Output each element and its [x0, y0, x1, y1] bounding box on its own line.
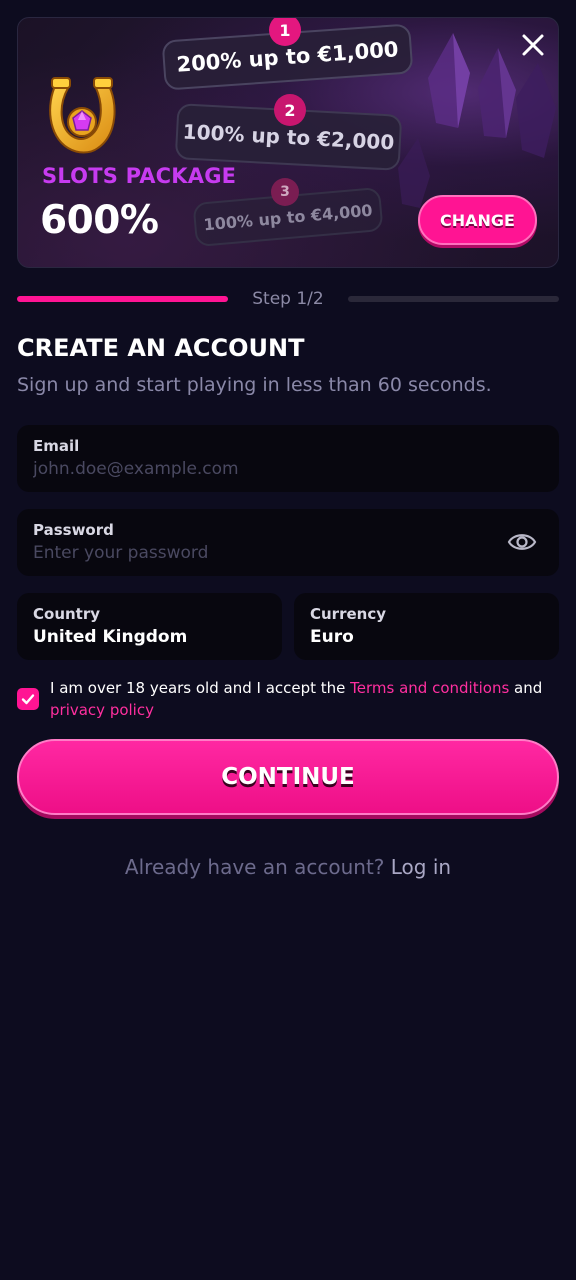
close-icon: [522, 34, 544, 56]
login-prompt: Already have an account? Log in: [0, 855, 576, 879]
currency-value: Euro: [310, 627, 354, 647]
package-value: 600%: [40, 198, 159, 243]
privacy-link[interactable]: privacy policy: [50, 701, 154, 719]
terms-checkbox[interactable]: [17, 688, 39, 710]
step-indicator: Step 1/2: [252, 289, 324, 309]
page-subtitle: Sign up and start playing in less than 6…: [17, 374, 492, 396]
currency-select[interactable]: Currency Euro: [294, 593, 559, 660]
email-label: Email: [33, 437, 80, 455]
country-label: Country: [33, 605, 101, 623]
step-progress-active: [17, 296, 228, 302]
eye-icon[interactable]: [507, 530, 537, 554]
tier-number-badge: 3: [271, 178, 299, 206]
terms-link[interactable]: Terms and conditions: [350, 679, 509, 697]
page-title: CREATE AN ACCOUNT: [17, 334, 305, 362]
password-label: Password: [33, 521, 114, 539]
email-field[interactable]: Email: [17, 425, 559, 492]
tier-number-badge: 2: [274, 94, 306, 126]
change-package-button[interactable]: CHANGE: [418, 195, 537, 245]
terms-middle: and: [509, 679, 543, 697]
close-button[interactable]: [518, 30, 548, 60]
email-input[interactable]: [33, 459, 543, 479]
login-link[interactable]: Log in: [391, 855, 451, 879]
terms-prefix: I am over 18 years old and I accept the: [50, 679, 351, 697]
promo-banner: SLOTS PACKAGE 600% 200% up to €1,000 1 1…: [17, 17, 559, 268]
password-input[interactable]: [33, 543, 473, 563]
checkmark-icon: [21, 694, 35, 705]
currency-label: Currency: [310, 605, 387, 623]
horseshoe-gem-icon: [49, 77, 116, 154]
continue-button[interactable]: CONTINUE: [17, 739, 559, 815]
country-value: United Kingdom: [33, 627, 188, 647]
package-label: SLOTS PACKAGE: [42, 164, 237, 188]
terms-text: I am over 18 years old and I accept the …: [50, 677, 550, 721]
password-field[interactable]: Password: [17, 509, 559, 576]
step-progress-inactive: [348, 296, 559, 302]
country-select[interactable]: Country United Kingdom: [17, 593, 282, 660]
login-prompt-text: Already have an account?: [124, 855, 385, 879]
